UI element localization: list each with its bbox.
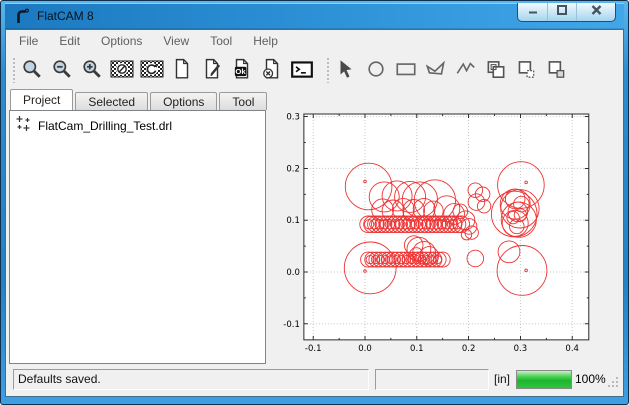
draw-circle-button[interactable] bbox=[364, 57, 388, 83]
edit-script-icon bbox=[201, 58, 223, 83]
menu-item-options[interactable]: Options bbox=[101, 34, 142, 48]
draw-path-button[interactable] bbox=[454, 57, 478, 83]
svg-text:0.2: 0.2 bbox=[286, 164, 300, 174]
move-geometry-icon bbox=[544, 58, 568, 83]
tree-item[interactable]: FlatCam_Drilling_Test.drl bbox=[10, 111, 265, 137]
status-message: Defaults saved. bbox=[13, 369, 369, 390]
plot-canvas[interactable]: -0.1 0.0 0.1 0.2 0.3 0.4 -0.1 0.0 0.1 0.2 0.3 bbox=[269, 103, 623, 372]
svg-text:0.0: 0.0 bbox=[358, 344, 372, 354]
menu-bar: File Edit Options View Tool Help bbox=[6, 30, 623, 51]
copy-geometry-icon bbox=[484, 58, 508, 83]
svg-text:0.0: 0.0 bbox=[286, 268, 300, 278]
drill-marks-icon bbox=[15, 115, 32, 137]
menu-item-file[interactable]: File bbox=[19, 34, 38, 48]
replot-button[interactable] bbox=[140, 57, 164, 83]
toolbar-grip bbox=[326, 57, 330, 83]
new-project-button[interactable] bbox=[170, 57, 194, 83]
app-window: FlatCAM 8 File Edit Options View Tool Help Ok… bbox=[0, 0, 629, 405]
accept-ok-icon: Ok bbox=[231, 58, 253, 83]
window-title: FlatCAM 8 bbox=[37, 9, 94, 23]
minimize-button[interactable] bbox=[518, 3, 547, 21]
copy-special-button[interactable] bbox=[514, 57, 538, 83]
shell-button[interactable] bbox=[290, 57, 314, 83]
caption-button-group bbox=[517, 3, 616, 22]
tab-options[interactable]: Options bbox=[150, 92, 217, 110]
draw-polygon-button[interactable] bbox=[424, 57, 448, 83]
tab-tool[interactable]: Tool bbox=[219, 92, 267, 110]
tab-bar: ProjectSelectedOptionsTool bbox=[10, 89, 269, 110]
draw-rectangle-icon bbox=[394, 58, 418, 83]
toolbar-grip bbox=[12, 57, 16, 83]
menu-item-tool[interactable]: Tool bbox=[210, 34, 232, 48]
tab-selected[interactable]: Selected bbox=[75, 92, 148, 110]
project-tree-panel: FlatCam_Drilling_Test.drl bbox=[9, 110, 266, 364]
zoom-in-icon bbox=[81, 58, 103, 83]
clear-plot-button[interactable] bbox=[110, 57, 134, 83]
zoom-fit-button[interactable] bbox=[20, 57, 44, 83]
copy-special-icon bbox=[514, 58, 538, 83]
zoom-out-button[interactable] bbox=[50, 57, 74, 83]
tab-project[interactable]: Project bbox=[10, 89, 73, 110]
select-arrow-icon bbox=[335, 58, 357, 83]
svg-text:0.1: 0.1 bbox=[286, 216, 300, 226]
maximize-icon bbox=[556, 3, 568, 21]
move-geometry-button[interactable] bbox=[544, 57, 568, 83]
menu-item-view[interactable]: View bbox=[163, 34, 189, 48]
units-label: [in] bbox=[490, 372, 514, 386]
client-area: File Edit Options View Tool Help Ok ProjectSe… bbox=[5, 29, 624, 397]
delete-object-button[interactable] bbox=[260, 57, 284, 83]
zoom-out-icon bbox=[51, 58, 73, 83]
maximize-button[interactable] bbox=[547, 3, 576, 21]
shell-icon bbox=[290, 58, 314, 83]
select-arrow-button[interactable] bbox=[334, 57, 358, 83]
zoom-in-button[interactable] bbox=[80, 57, 104, 83]
copy-geometry-button[interactable] bbox=[484, 57, 508, 83]
progress-percent-label: 100% bbox=[575, 372, 606, 386]
resize-grip-icon[interactable] bbox=[607, 375, 619, 393]
svg-text:-0.1: -0.1 bbox=[305, 344, 322, 354]
zoom-fit-icon bbox=[21, 58, 43, 83]
clear-plot-icon bbox=[110, 60, 134, 81]
flatcam-logo-icon bbox=[13, 7, 32, 31]
status-bar: Defaults saved. [in] 100% bbox=[6, 366, 623, 396]
edit-script-button[interactable] bbox=[200, 57, 224, 83]
menu-item-help[interactable]: Help bbox=[253, 34, 278, 48]
svg-text:0.3: 0.3 bbox=[514, 344, 528, 354]
close-icon bbox=[590, 3, 603, 21]
progress-bar bbox=[516, 370, 572, 389]
replot-icon bbox=[140, 60, 164, 81]
draw-circle-icon bbox=[365, 58, 387, 83]
menu-item-edit[interactable]: Edit bbox=[59, 34, 80, 48]
draw-rectangle-button[interactable] bbox=[394, 57, 418, 83]
tree-item-label: FlatCam_Drilling_Test.drl bbox=[38, 119, 172, 133]
draw-path-icon bbox=[454, 58, 478, 83]
svg-text:0.1: 0.1 bbox=[410, 344, 424, 354]
toolbar: Ok bbox=[6, 51, 623, 89]
svg-text:0.4: 0.4 bbox=[565, 344, 579, 354]
minimize-icon bbox=[527, 3, 539, 21]
delete-object-icon bbox=[261, 58, 283, 83]
title-bar[interactable]: FlatCAM 8 bbox=[5, 3, 624, 29]
svg-text:0.2: 0.2 bbox=[462, 344, 476, 354]
svg-text:0.3: 0.3 bbox=[286, 113, 300, 123]
close-button[interactable] bbox=[576, 3, 615, 21]
progress-fill bbox=[517, 371, 571, 388]
svg-text:Ok: Ok bbox=[235, 67, 246, 76]
svg-text:-0.1: -0.1 bbox=[283, 320, 300, 330]
status-secondary-field bbox=[375, 369, 489, 390]
accept-ok-button[interactable]: Ok bbox=[230, 57, 254, 83]
draw-polygon-icon bbox=[424, 58, 448, 83]
new-project-icon bbox=[171, 58, 193, 83]
